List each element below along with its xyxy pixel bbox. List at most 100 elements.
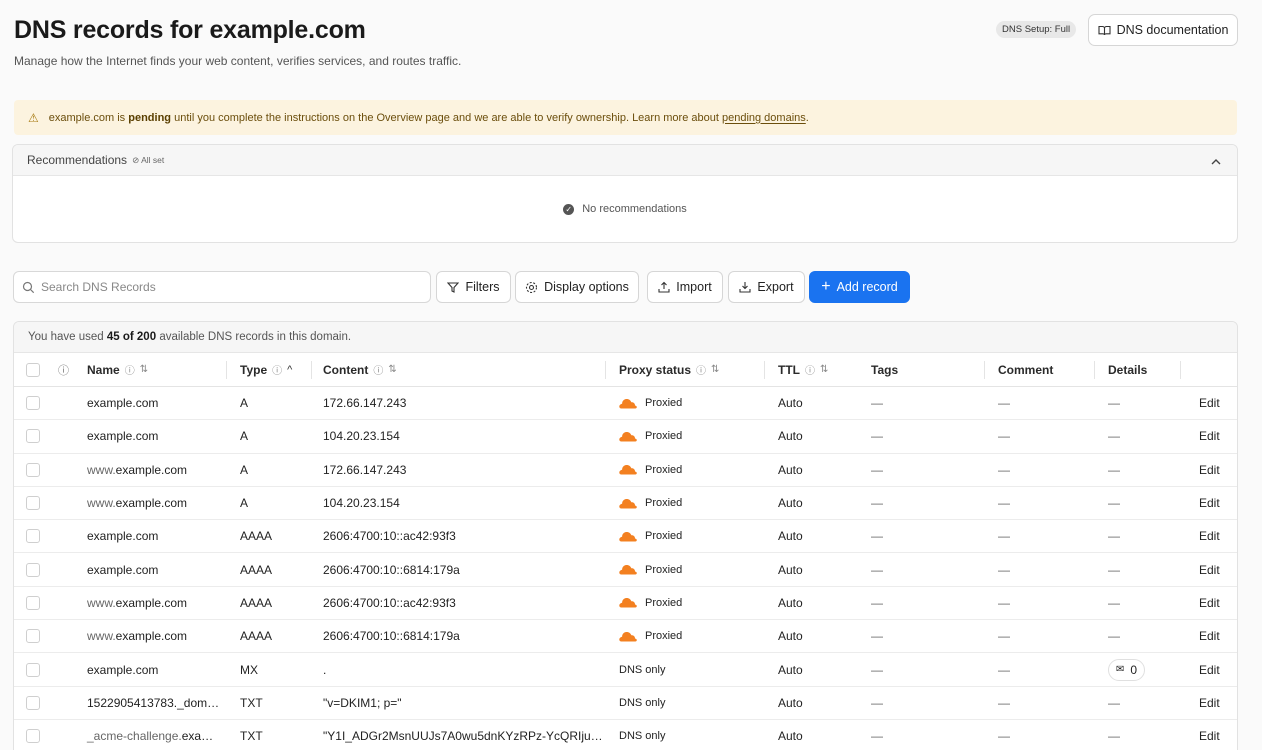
row-checkbox[interactable]	[26, 595, 40, 610]
record-type: A	[240, 429, 249, 444]
sort-icon: ⇅	[139, 364, 149, 375]
table-row[interactable]: www.example.com AAAA 2606:4700:10::ac42:93…	[14, 587, 1237, 621]
dns-setup-badge: DNS Setup: Full	[996, 21, 1077, 38]
column-type[interactable]: Type ⓘ ^	[240, 353, 292, 386]
row-checkbox[interactable]	[26, 396, 40, 411]
comment-value: —	[998, 695, 1010, 710]
table-row[interactable]: example.com AAAA 2606:4700:10::6814:179a Pr…	[14, 553, 1237, 587]
warning-icon: ⚠	[28, 110, 39, 125]
search-input[interactable]	[41, 280, 421, 294]
comment-value: —	[998, 429, 1010, 444]
proxied-cloud-icon	[619, 431, 637, 442]
details-value: —	[1108, 396, 1120, 411]
row-checkbox[interactable]	[26, 629, 40, 644]
table-row[interactable]: example.com AAAA 2606:4700:10::ac42:93f3 Pr…	[14, 520, 1237, 554]
pending-alert: ⚠ example.com is pending until you compl…	[14, 100, 1237, 135]
column-content[interactable]: Content ⓘ ⇅	[323, 353, 397, 386]
edit-button[interactable]: Edit	[1199, 729, 1220, 743]
mail-priority-icon: ✉	[1116, 664, 1125, 676]
table-row[interactable]: _acme-challenge.exa… TXT "Y1I_ADGr2MsnUUJs…	[14, 720, 1237, 750]
edit-button[interactable]: Edit	[1199, 529, 1220, 543]
info-icon[interactable]: ⓘ	[58, 362, 69, 378]
proxy-status: Proxied	[645, 596, 683, 609]
details-value: —	[1108, 529, 1120, 544]
display-options-button[interactable]: Display options	[515, 271, 639, 303]
table-row[interactable]: example.com MX. DNS only Auto — — ✉ 0 Edit	[14, 653, 1237, 687]
row-checkbox[interactable]	[26, 729, 40, 744]
table-row[interactable]: example.com A 172.66.147.243 Proxied Auto — — —…	[14, 387, 1237, 421]
sort-icon: ⇅	[388, 364, 397, 375]
comment-value: —	[998, 729, 1010, 744]
record-content: 2606:4700:10::6814:179a	[323, 562, 460, 577]
add-record-label: Add record	[836, 280, 898, 294]
proxy-status: Proxied	[645, 463, 683, 476]
row-checkbox[interactable]	[26, 462, 40, 477]
row-checkbox[interactable]	[26, 429, 40, 444]
record-type: A	[240, 496, 249, 511]
edit-button[interactable]: Edit	[1199, 396, 1220, 410]
record-name: _acme-challenge.exa…	[87, 729, 214, 744]
column-proxy-status[interactable]: Proxy status ⓘ ⇅	[619, 353, 719, 386]
row-checkbox[interactable]	[26, 662, 40, 677]
sort-icon: ⇅	[711, 364, 720, 375]
edit-button[interactable]: Edit	[1199, 629, 1220, 643]
check-circle-icon: ✓	[563, 203, 575, 215]
edit-button[interactable]: Edit	[1199, 496, 1220, 510]
check-circle-icon: ⊘	[132, 154, 140, 165]
table-row[interactable]: www.example.com A 104.20.23.154 Proxied Auto…	[14, 487, 1237, 521]
import-label: Import	[676, 280, 712, 294]
import-button[interactable]: Import	[647, 271, 723, 303]
record-name: example.com	[87, 562, 159, 577]
proxy-status: Proxied	[645, 430, 683, 443]
priority-badge[interactable]: ✉ 0	[1108, 658, 1146, 681]
row-checkbox[interactable]	[26, 496, 40, 511]
record-type: AAAA	[240, 595, 273, 610]
row-checkbox[interactable]	[26, 529, 40, 544]
column-tags: Tags	[871, 362, 899, 377]
column-ttl[interactable]: TTL ⓘ ⇅	[778, 353, 828, 386]
comment-value: —	[998, 629, 1010, 644]
record-content: "v=DKIM1; p="	[323, 695, 402, 710]
edit-button[interactable]: Edit	[1199, 596, 1220, 610]
dns-documentation-label: DNS documentation	[1116, 23, 1229, 37]
details-value: —	[1108, 496, 1120, 511]
dns-documentation-button[interactable]: DNS documentation	[1088, 14, 1238, 46]
tags-value: —	[871, 462, 883, 477]
table-row[interactable]: www.example.com A 172.66.147.243 Proxied Aut…	[14, 454, 1237, 487]
dns-records-table: You have used 45 of 200 available DNS re…	[13, 321, 1238, 750]
record-name: example.com	[87, 429, 159, 444]
row-checkbox[interactable]	[26, 562, 40, 577]
record-ttl: Auto	[778, 396, 803, 411]
row-checkbox[interactable]	[26, 695, 40, 710]
proxy-status: Proxied	[645, 397, 683, 410]
alert-text: example.com is pending until you complet…	[48, 111, 809, 124]
tags-value: —	[871, 629, 883, 644]
pending-domains-link[interactable]: pending domains	[722, 112, 806, 124]
edit-button[interactable]: Edit	[1199, 563, 1220, 577]
recommendations-header[interactable]: Recommendations ⊘ All set	[13, 145, 1237, 176]
download-icon	[739, 282, 751, 293]
search-icon	[22, 281, 35, 293]
edit-button[interactable]: Edit	[1199, 463, 1220, 477]
export-label: Export	[757, 280, 794, 294]
edit-button[interactable]: Edit	[1199, 429, 1220, 443]
record-content: 2606:4700:10::6814:179a	[323, 629, 460, 644]
chevron-up-icon[interactable]	[1211, 153, 1221, 168]
record-content: 104.20.23.154	[323, 429, 400, 444]
table-row[interactable]: example.com A 104.20.23.154 Proxied Auto — — — E…	[14, 420, 1237, 454]
column-name[interactable]: Name ⓘ ⇅	[87, 353, 148, 386]
details-value: —	[1108, 462, 1120, 477]
export-button[interactable]: Export	[728, 271, 805, 303]
details-value: —	[1108, 595, 1120, 610]
edit-button[interactable]: Edit	[1199, 663, 1220, 677]
table-row[interactable]: 1522905413783._dom… TXT "v=DKIM1; p=" DNS o…	[14, 687, 1237, 720]
record-type: AAAA	[240, 629, 273, 644]
edit-button[interactable]: Edit	[1199, 696, 1220, 710]
record-ttl: Auto	[778, 595, 803, 610]
record-ttl: Auto	[778, 729, 803, 744]
select-all-checkbox[interactable]	[26, 362, 40, 377]
filters-button[interactable]: Filters	[436, 271, 511, 303]
record-ttl: Auto	[778, 695, 803, 710]
table-row[interactable]: www.example.com AAAA 2606:4700:10::6814:17…	[14, 620, 1237, 654]
add-record-button[interactable]: + Add record	[809, 271, 910, 303]
